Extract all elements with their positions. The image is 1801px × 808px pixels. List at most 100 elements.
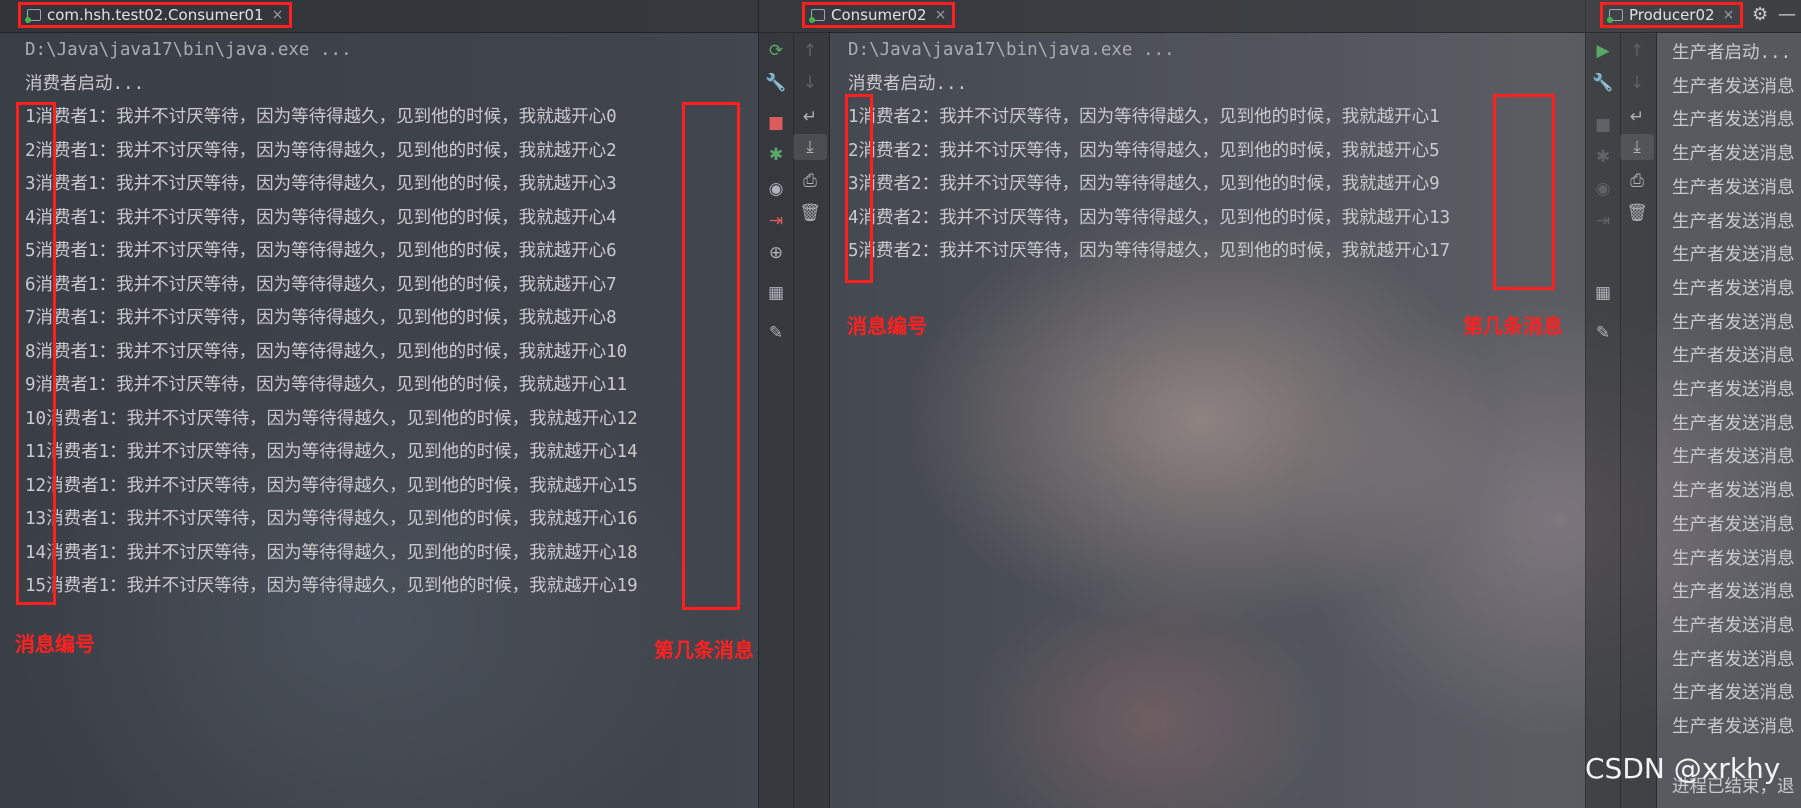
close-icon[interactable]: × [935, 7, 947, 23]
run-config-icon [809, 9, 825, 23]
console-output[interactable]: D:\Java\java17\bin\java.exe ... 消费者启动... 1… [25, 34, 638, 604]
console-line: 生产者发送消息 [1672, 582, 1795, 603]
console-line: 消费者启动... [25, 73, 145, 94]
console-line: 3消费者2：我并不讨厌等待，因为等待得越久，见到他的时候，我就越开心9 [848, 174, 1440, 194]
wrench-icon[interactable]: 🔧 [1586, 70, 1620, 96]
console-command-line: D:\Java\java17\bin\java.exe ... [25, 40, 352, 60]
trash-icon[interactable]: 🗑 [793, 200, 827, 226]
highlight-message-number [16, 102, 56, 605]
zoom-icon[interactable]: ⊕ [759, 240, 793, 266]
soft-wrap-icon[interactable]: ↵ [1620, 104, 1654, 130]
down-arrow-icon[interactable]: ↓ [793, 70, 827, 96]
console-line: 生产者发送消息 [1672, 481, 1795, 502]
run-pane-consumer02: Consumer02 × ⟳ 🔧 ■ ✱ ◉ ⇥ ⊕ ▦ ✎ ↑ ↓ ↵ ⤓ ⎙… [759, 0, 1585, 808]
console-line: 生产者发送消息 [1672, 548, 1795, 569]
stop-icon[interactable]: ■ [1586, 112, 1620, 138]
console-line: 13消费者1：我并不讨厌等待，因为等待得越久，见到他的时候，我就越开心16 [25, 509, 638, 529]
close-icon[interactable]: × [272, 7, 284, 23]
console-line: 生产者发送消息 [1672, 144, 1795, 165]
gear-icon[interactable]: ⚙ [1752, 4, 1768, 25]
tab-bar: Consumer02 × [759, 0, 1585, 33]
debug-icon[interactable]: ✱ [1586, 144, 1620, 170]
console-line: 消费者启动... [848, 73, 968, 94]
console-line: 生产者发送消息 [1672, 380, 1795, 401]
console-line: 5消费者1：我并不讨厌等待，因为等待得越久，见到他的时候，我就越开心6 [25, 241, 617, 261]
tab-producer02[interactable]: Producer02 × [1600, 2, 1744, 28]
console-line: 5消费者2：我并不讨厌等待，因为等待得越久，见到他的时候，我就越开心17 [848, 241, 1451, 261]
tab-label: Consumer02 [831, 6, 927, 24]
scroll-end-icon[interactable]: ⤓ [1620, 134, 1654, 160]
console-line: 生产者发送消息 [1672, 683, 1795, 704]
layout-icon[interactable]: ▦ [1586, 280, 1620, 306]
print-icon[interactable]: ⎙ [1620, 168, 1654, 194]
console-line: 12消费者1：我并不讨厌等待，因为等待得越久，见到他的时候，我就越开心15 [25, 475, 638, 496]
console-line: 11消费者1：我并不讨厌等待，因为等待得越久，见到他的时候，我就越开心14 [25, 442, 638, 462]
tab-label: com.hsh.test02.Consumer01 [47, 6, 264, 24]
minimize-icon[interactable]: — [1778, 4, 1796, 25]
toolbar-secondary: ↑ ↓ ↵ ⤓ ⎙ 🗑 [1620, 32, 1657, 808]
up-arrow-icon[interactable]: ↑ [1620, 38, 1654, 64]
print-icon[interactable]: ⎙ [793, 168, 827, 194]
console-line: 9消费者1：我并不讨厌等待，因为等待得越久，见到他的时候，我就越开心11 [25, 375, 628, 395]
console-line: 1消费者2：我并不讨厌等待，因为等待得越久，见到他的时候，我就越开心1 [848, 107, 1440, 127]
console-line: 2消费者2：我并不讨厌等待，因为等待得越久，见到他的时候，我就越开心5 [848, 140, 1440, 161]
console-line: 15消费者1：我并不讨厌等待，因为等待得越久，见到他的时候，我就越开心19 [25, 576, 638, 596]
console-line: 生产者发送消息 [1672, 278, 1795, 299]
console-line: 生产者发送消息 [1672, 447, 1795, 468]
exit-icon[interactable]: ⇥ [759, 208, 793, 234]
console-line: 生产者发送消息 [1672, 346, 1795, 367]
tab-bar: Producer02 × ⚙ — [1586, 0, 1801, 33]
console-line: 生产者发送消息 [1672, 312, 1795, 333]
down-arrow-icon[interactable]: ↓ [1620, 70, 1654, 96]
console-line: 生产者发送消息 [1672, 514, 1795, 535]
debug-icon[interactable]: ✱ [759, 142, 793, 168]
console-line: 4消费者2：我并不讨厌等待，因为等待得越久，见到他的时候，我就越开心13 [848, 207, 1451, 228]
wrench-icon[interactable]: 🔧 [759, 70, 793, 96]
run-pane-consumer01: com.hsh.test02.Consumer01 × D:\Java\java… [0, 0, 758, 808]
exit-icon[interactable]: ⇥ [1586, 208, 1620, 234]
soft-wrap-icon[interactable]: ↵ [793, 104, 827, 130]
run-icon[interactable]: ▶ [1586, 38, 1620, 64]
pin-icon[interactable]: ✎ [759, 320, 793, 346]
highlight-message-index [1493, 94, 1555, 290]
toolbar-secondary: ↑ ↓ ↵ ⤓ ⎙ 🗑 [793, 32, 830, 808]
run-config-icon [1607, 9, 1623, 23]
highlight-message-number [845, 94, 873, 283]
toolbar-primary: ⟳ 🔧 ■ ✱ ◉ ⇥ ⊕ ▦ ✎ [759, 32, 794, 808]
stop-icon[interactable]: ■ [759, 110, 793, 136]
annotation-message-number: 消息编号 [847, 314, 927, 338]
scroll-end-icon[interactable]: ⤓ [793, 134, 827, 160]
run-config-icon [25, 9, 41, 23]
console-line: 生产者发送消息 [1672, 717, 1795, 738]
tab-consumer01[interactable]: com.hsh.test02.Consumer01 × [18, 2, 293, 28]
console-line: 生产者发送消息 [1672, 615, 1795, 636]
annotation-message-number: 消息编号 [15, 632, 95, 656]
camera-icon[interactable]: ◉ [759, 176, 793, 202]
layout-icon[interactable]: ▦ [759, 280, 793, 306]
trash-icon[interactable]: 🗑 [1620, 200, 1654, 226]
annotation-message-index: 第几条消息 [654, 638, 754, 662]
console-line: 生产者发送消息 [1672, 649, 1795, 670]
console-line: 生产者发送消息 [1672, 110, 1795, 131]
watermark: CSDN @xrkhy [1585, 752, 1781, 785]
console-command-line: D:\Java\java17\bin\java.exe ... [848, 40, 1175, 60]
up-arrow-icon[interactable]: ↑ [793, 38, 827, 64]
console-line: 10消费者1：我并不讨厌等待，因为等待得越久，见到他的时候，我就越开心12 [25, 408, 638, 429]
run-pane-producer02: Producer02 × ⚙ — ▶ 🔧 ■ ✱ ◉ ⇥ ▦ ✎ ↑ ↓ ↵ ⤓… [1586, 0, 1801, 808]
console-line: 生产者发送消息 [1672, 211, 1795, 232]
console-line: 生产者发送消息 [1672, 177, 1795, 198]
tab-consumer02[interactable]: Consumer02 × [802, 2, 956, 28]
toolbar-primary: ▶ 🔧 ■ ✱ ◉ ⇥ ▦ ✎ [1586, 32, 1621, 808]
camera-icon[interactable]: ◉ [1586, 176, 1620, 202]
console-output[interactable]: 生产者启动... 生产者发送消息 生产者发送消息 生产者发送消息 生产者发送消息 生产者发… [1672, 37, 1795, 745]
console-line: 生产者发送消息 [1672, 413, 1795, 434]
annotation-message-index: 第几条消息 [1463, 314, 1563, 338]
close-icon[interactable]: × [1723, 7, 1735, 23]
pin-icon[interactable]: ✎ [1586, 320, 1620, 346]
console-line: 7消费者1：我并不讨厌等待，因为等待得越久，见到他的时候，我就越开心8 [25, 308, 617, 328]
rerun-icon[interactable]: ⟳ [759, 38, 793, 64]
console-output[interactable]: D:\Java\java17\bin\java.exe ... 消费者启动... 1… [848, 34, 1450, 269]
console-line: 生产者发送消息 [1672, 76, 1795, 97]
highlight-message-index [682, 102, 740, 610]
console-line: 14消费者1：我并不讨厌等待，因为等待得越久，见到他的时候，我就越开心18 [25, 542, 638, 563]
